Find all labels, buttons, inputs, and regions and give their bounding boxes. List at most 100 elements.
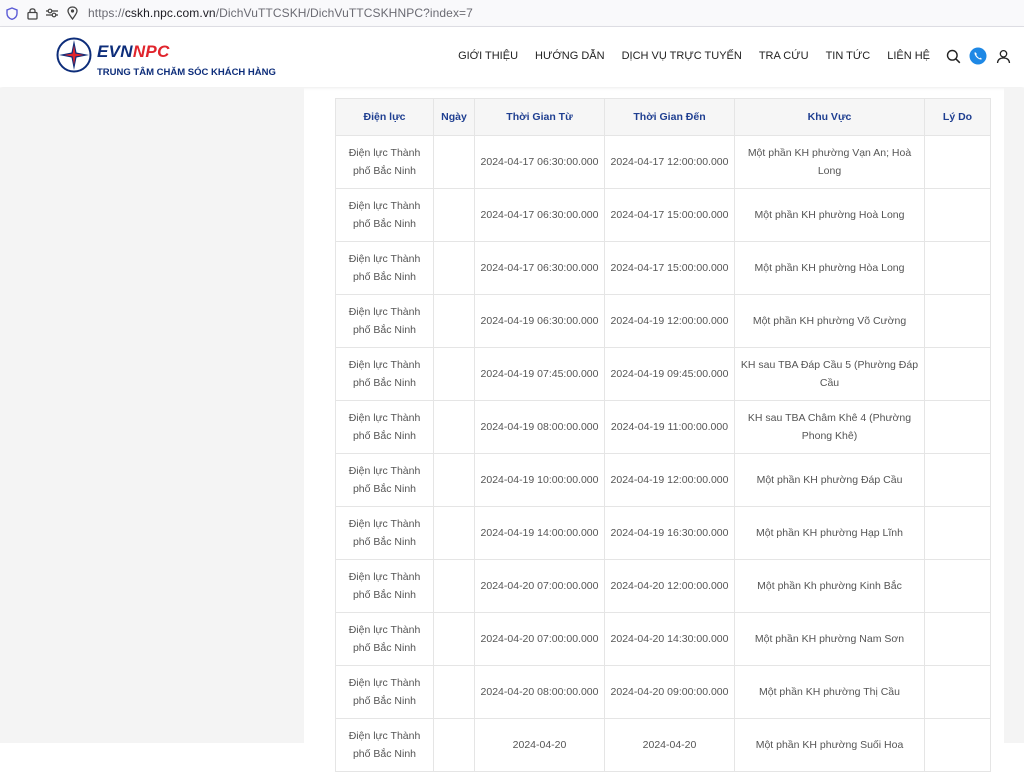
cell-khu-vuc: Một phần KH phường Hạp Lĩnh bbox=[734, 506, 925, 560]
logo-wordmark: EVNNPC bbox=[97, 42, 170, 62]
search-icon[interactable] bbox=[944, 47, 962, 65]
table-row: Điện lực Thành phố Bắc Ninh 2024-04-20 08… bbox=[335, 665, 991, 719]
table-row: Điện lực Thành phố Bắc Ninh 2024-04-17 06… bbox=[335, 188, 991, 242]
table-row: Điện lực Thành phố Bắc Ninh 2024-04-19 10… bbox=[335, 453, 991, 507]
cell-ngay bbox=[433, 665, 475, 719]
table-row: Điện lực Thành phố Bắc Ninh 2024-04-17 06… bbox=[335, 241, 991, 295]
table-row: Điện lực Thành phố Bắc Ninh 2024-04-19 08… bbox=[335, 400, 991, 454]
col-thoi-gian-tu[interactable]: Thời Gian Từ bbox=[474, 98, 605, 136]
cell-thoi-gian-den: 2024-04-19 12:00:00.000 bbox=[604, 453, 735, 507]
url-text[interactable]: https://cskh.npc.com.vn/DichVuTTCSKH/Dic… bbox=[88, 6, 473, 20]
cell-thoi-gian-tu: 2024-04-20 bbox=[474, 718, 605, 772]
cell-khu-vuc: Một phần KH phường Thị Cầu bbox=[734, 665, 925, 719]
cell-thoi-gian-den: 2024-04-19 11:00:00.000 bbox=[604, 400, 735, 454]
cell-ngay bbox=[433, 294, 475, 348]
table-row: Điện lực Thành phố Bắc Ninh 2024-04-20 07… bbox=[335, 612, 991, 666]
cell-thoi-gian-den: 2024-04-19 12:00:00.000 bbox=[604, 294, 735, 348]
cell-ly-do bbox=[924, 612, 991, 666]
nav-huong-dan[interactable]: HƯỚNG DẪN bbox=[535, 50, 605, 62]
cell-dien-luc: Điện lực Thành phố Bắc Ninh bbox=[335, 294, 434, 348]
cell-dien-luc: Điện lực Thành phố Bắc Ninh bbox=[335, 718, 434, 772]
logo-star-icon bbox=[56, 37, 92, 73]
cell-ngay bbox=[433, 347, 475, 401]
nav-tin-tuc[interactable]: TIN TỨC bbox=[826, 50, 871, 62]
url-scheme: https:// bbox=[88, 6, 125, 20]
cell-khu-vuc: Một phần KH phường Hòa Long bbox=[734, 241, 925, 295]
location-pin-icon[interactable] bbox=[64, 5, 80, 21]
header-icons bbox=[937, 47, 1012, 65]
cell-thoi-gian-tu: 2024-04-20 08:00:00.000 bbox=[474, 665, 605, 719]
cell-thoi-gian-den: 2024-04-19 09:45:00.000 bbox=[604, 347, 735, 401]
cell-ly-do bbox=[924, 294, 991, 348]
cell-ly-do bbox=[924, 506, 991, 560]
col-thoi-gian-den[interactable]: Thời Gian Đến bbox=[604, 98, 735, 136]
cell-dien-luc: Điện lực Thành phố Bắc Ninh bbox=[335, 135, 434, 189]
cell-khu-vuc: KH sau TBA Châm Khê 4 (Phường Phong Khê) bbox=[734, 400, 925, 454]
table-row: Điện lực Thành phố Bắc Ninh 2024-04-19 06… bbox=[335, 294, 991, 348]
cell-thoi-gian-tu: 2024-04-17 06:30:00.000 bbox=[474, 135, 605, 189]
logo-evn: EVN bbox=[97, 42, 133, 61]
phone-icon[interactable] bbox=[969, 47, 987, 65]
col-khu-vuc[interactable]: Khu Vực bbox=[734, 98, 925, 136]
cell-ngay bbox=[433, 506, 475, 560]
cell-dien-luc: Điện lực Thành phố Bắc Ninh bbox=[335, 506, 434, 560]
cell-ly-do bbox=[924, 400, 991, 454]
cell-thoi-gian-den: 2024-04-20 14:30:00.000 bbox=[604, 612, 735, 666]
nav-gioi-thieu[interactable]: GIỚI THIỆU bbox=[458, 50, 518, 62]
table-row: Điện lực Thành phố Bắc Ninh 2024-04-20 07… bbox=[335, 559, 991, 613]
left-sidebar bbox=[0, 88, 304, 743]
cell-dien-luc: Điện lực Thành phố Bắc Ninh bbox=[335, 347, 434, 401]
cell-dien-luc: Điện lực Thành phố Bắc Ninh bbox=[335, 665, 434, 719]
cell-khu-vuc: Một phần KH phường Hoà Long bbox=[734, 188, 925, 242]
cell-thoi-gian-tu: 2024-04-20 07:00:00.000 bbox=[474, 559, 605, 613]
cell-thoi-gian-den: 2024-04-17 12:00:00.000 bbox=[604, 135, 735, 189]
main-nav: GIỚI THIỆU HƯỚNG DẪN DỊCH VỤ TRỰC TUYẾN … bbox=[441, 50, 930, 62]
url-host: cskh.npc.com.vn bbox=[124, 6, 216, 20]
cell-ly-do bbox=[924, 135, 991, 189]
cell-thoi-gian-tu: 2024-04-19 06:30:00.000 bbox=[474, 294, 605, 348]
cell-ngay bbox=[433, 718, 475, 772]
cell-ly-do bbox=[924, 718, 991, 772]
cell-thoi-gian-tu: 2024-04-19 10:00:00.000 bbox=[474, 453, 605, 507]
col-ly-do[interactable]: Lý Do bbox=[924, 98, 991, 136]
permissions-icon[interactable] bbox=[44, 5, 60, 21]
table-body: Điện lực Thành phố Bắc Ninh 2024-04-17 06… bbox=[335, 135, 991, 772]
cell-thoi-gian-den: 2024-04-20 09:00:00.000 bbox=[604, 665, 735, 719]
logo-subtitle: TRUNG TÂM CHĂM SÓC KHÁCH HÀNG bbox=[97, 67, 276, 78]
cell-thoi-gian-den: 2024-04-17 15:00:00.000 bbox=[604, 241, 735, 295]
cell-khu-vuc: Một phần Kh phường Kinh Bắc bbox=[734, 559, 925, 613]
cell-ly-do bbox=[924, 241, 991, 295]
site-header: EVNNPC TRUNG TÂM CHĂM SÓC KHÁCH HÀNG GIỚ… bbox=[0, 27, 1024, 87]
shield-icon[interactable] bbox=[4, 5, 20, 21]
cell-khu-vuc: Một phần KH phường Đáp Cầu bbox=[734, 453, 925, 507]
table-header-row: Điện lực Ngày Thời Gian Từ Thời Gian Đến… bbox=[335, 98, 991, 136]
cell-ly-do bbox=[924, 665, 991, 719]
nav-lien-he[interactable]: LIÊN HỆ bbox=[887, 50, 930, 62]
cell-ngay bbox=[433, 453, 475, 507]
cell-khu-vuc: Một phần KH phường Suối Hoa bbox=[734, 718, 925, 772]
col-ngay[interactable]: Ngày bbox=[433, 98, 475, 136]
user-icon[interactable] bbox=[994, 47, 1012, 65]
cell-thoi-gian-tu: 2024-04-19 08:00:00.000 bbox=[474, 400, 605, 454]
cell-thoi-gian-den: 2024-04-17 15:00:00.000 bbox=[604, 188, 735, 242]
cell-thoi-gian-den: 2024-04-20 bbox=[604, 718, 735, 772]
cell-ngay bbox=[433, 612, 475, 666]
browser-url-bar[interactable]: https://cskh.npc.com.vn/DichVuTTCSKH/Dic… bbox=[0, 0, 1024, 27]
table-row: Điện lực Thành phố Bắc Ninh 2024-04-19 14… bbox=[335, 506, 991, 560]
cell-ly-do bbox=[924, 559, 991, 613]
cell-ly-do bbox=[924, 188, 991, 242]
cell-khu-vuc: Một phần KH phường Vạn An; Hoà Long bbox=[734, 135, 925, 189]
cell-khu-vuc: KH sau TBA Đáp Cầu 5 (Phường Đáp Cầu bbox=[734, 347, 925, 401]
nav-tra-cuu[interactable]: TRA CỨU bbox=[759, 50, 809, 62]
cell-ngay bbox=[433, 241, 475, 295]
logo-npc: NPC bbox=[132, 42, 170, 61]
col-dien-luc[interactable]: Điện lực bbox=[335, 98, 434, 136]
nav-dich-vu-truc-tuyen[interactable]: DỊCH VỤ TRỰC TUYẾN bbox=[622, 50, 742, 62]
cell-thoi-gian-den: 2024-04-19 16:30:00.000 bbox=[604, 506, 735, 560]
cell-dien-luc: Điện lực Thành phố Bắc Ninh bbox=[335, 453, 434, 507]
lock-icon[interactable] bbox=[24, 5, 40, 21]
table-row: Điện lực Thành phố Bắc Ninh 2024-04-19 07… bbox=[335, 347, 991, 401]
evnnpc-logo[interactable]: EVNNPC TRUNG TÂM CHĂM SÓC KHÁCH HÀNG bbox=[56, 37, 286, 81]
cell-thoi-gian-tu: 2024-04-17 06:30:00.000 bbox=[474, 188, 605, 242]
cell-dien-luc: Điện lực Thành phố Bắc Ninh bbox=[335, 188, 434, 242]
